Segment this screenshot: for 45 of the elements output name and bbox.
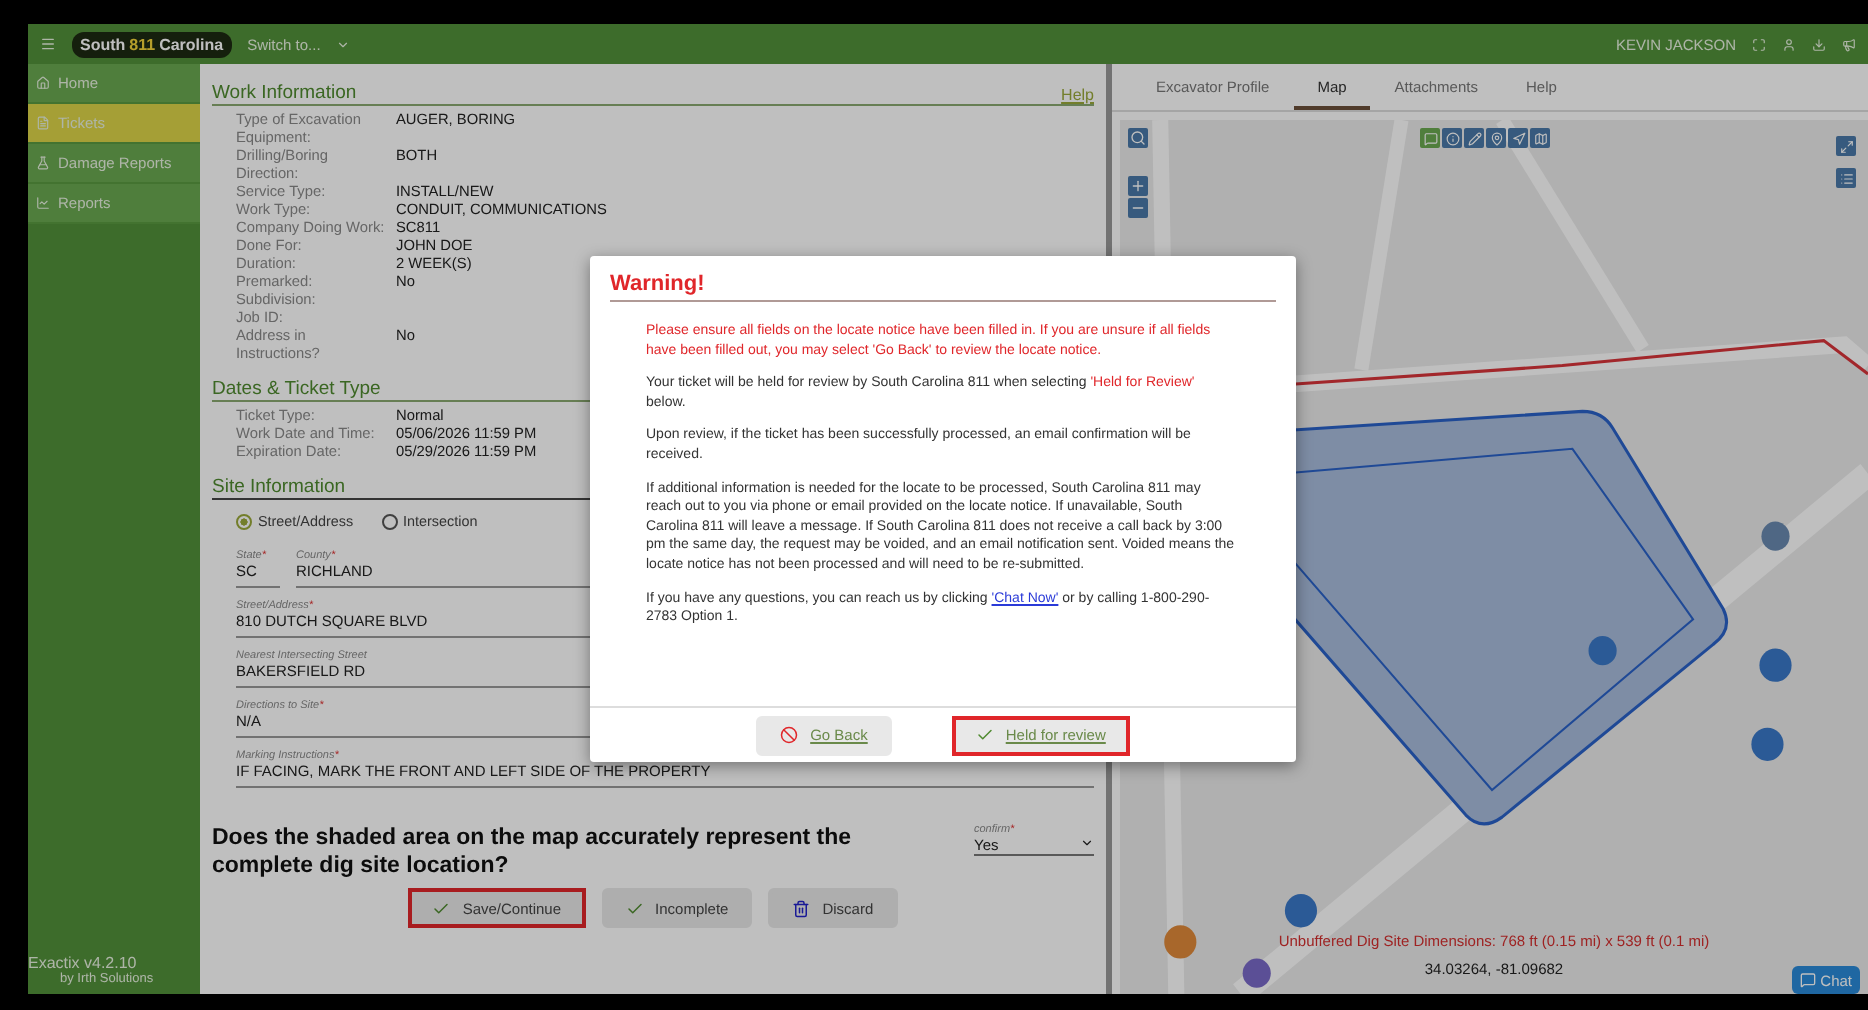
- search-icon: [1130, 130, 1146, 146]
- pin-icon: [1489, 131, 1503, 145]
- prohibited-icon: [780, 726, 799, 744]
- info-icon: [1445, 131, 1459, 145]
- plus-icon: [1130, 178, 1146, 194]
- trash-icon: [792, 899, 811, 917]
- expand-icon: [1839, 139, 1853, 153]
- map-tool-button[interactable]: [1530, 128, 1550, 148]
- map-tool-button[interactable]: [1420, 128, 1440, 148]
- dialog-title: Warning!: [610, 272, 1276, 302]
- caret-icon[interactable]: [336, 37, 351, 51]
- version-label: Exactix v4.2.10: [28, 954, 139, 972]
- logo: South 811 Carolina: [72, 31, 232, 57]
- person-icon[interactable]: [1782, 37, 1796, 51]
- section-title: Site Information: [212, 476, 346, 498]
- square-icon[interactable]: [1752, 37, 1766, 51]
- comment-icon: [1423, 131, 1437, 145]
- map-tool-button[interactable]: [1486, 128, 1506, 148]
- pencil-icon: [1467, 131, 1481, 145]
- layers-button[interactable]: [1836, 168, 1856, 188]
- section-title: Work Information: [212, 82, 357, 104]
- tickets-icon: [36, 116, 50, 130]
- check-icon: [432, 899, 451, 917]
- expand-button[interactable]: [1836, 136, 1856, 156]
- menu-icon[interactable]: [40, 36, 56, 52]
- check-icon: [625, 899, 644, 917]
- check-icon: [975, 726, 994, 744]
- question-text: Does the shaded area on the map accurately represent the complete dig site location?: [212, 824, 854, 880]
- arrow-icon: [1511, 131, 1525, 145]
- map-tool-button[interactable]: [1464, 128, 1484, 148]
- caret-icon: [1080, 836, 1094, 850]
- list-icon: [1839, 171, 1853, 185]
- download-icon[interactable]: [1812, 37, 1826, 51]
- section-title: Dates & Ticket Type: [212, 378, 381, 400]
- zoom-out-button[interactable]: [1128, 198, 1148, 218]
- map-tool-button[interactable]: [1508, 128, 1528, 148]
- megaphone-icon[interactable]: [1842, 37, 1856, 51]
- home-icon: [36, 76, 50, 90]
- reports-icon: [36, 196, 50, 210]
- zoom-in-button[interactable]: [1128, 176, 1148, 196]
- chat-icon: [1800, 972, 1817, 988]
- help-link[interactable]: Help: [1061, 86, 1094, 104]
- map-tool-button[interactable]: [1442, 128, 1462, 148]
- map-icon: [1533, 131, 1547, 145]
- search-button[interactable]: [1128, 128, 1148, 148]
